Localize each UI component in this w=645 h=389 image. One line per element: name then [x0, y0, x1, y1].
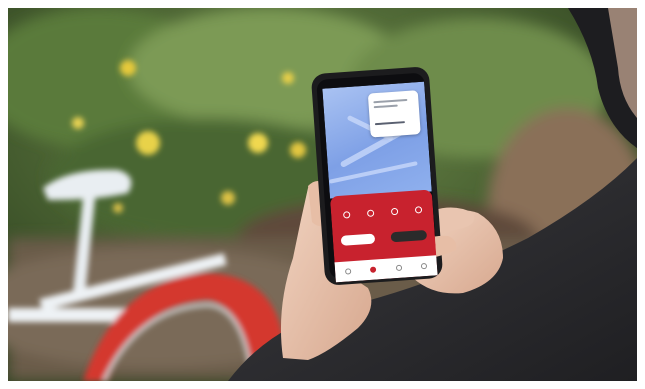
distance-icon	[361, 209, 380, 219]
location-card-icon[interactable]	[367, 90, 421, 138]
ride-nav-icon[interactable]	[370, 266, 377, 273]
timer-icon	[337, 211, 356, 221]
profile-nav-icon[interactable]	[421, 262, 428, 270]
map-view[interactable]	[322, 81, 432, 199]
ride-panel	[329, 189, 438, 283]
wallet-nav-icon[interactable]	[395, 264, 402, 272]
map-nav-icon[interactable]	[344, 268, 352, 275]
secondary-action-button[interactable]	[340, 233, 376, 246]
speed-icon	[385, 207, 404, 217]
phone-screen	[322, 81, 438, 283]
primary-action-button[interactable]	[390, 229, 428, 243]
scene-illustration	[8, 8, 637, 381]
battery-icon	[409, 206, 428, 216]
ride-stats	[337, 206, 427, 221]
photo	[8, 8, 637, 381]
riding-status	[330, 195, 432, 202]
